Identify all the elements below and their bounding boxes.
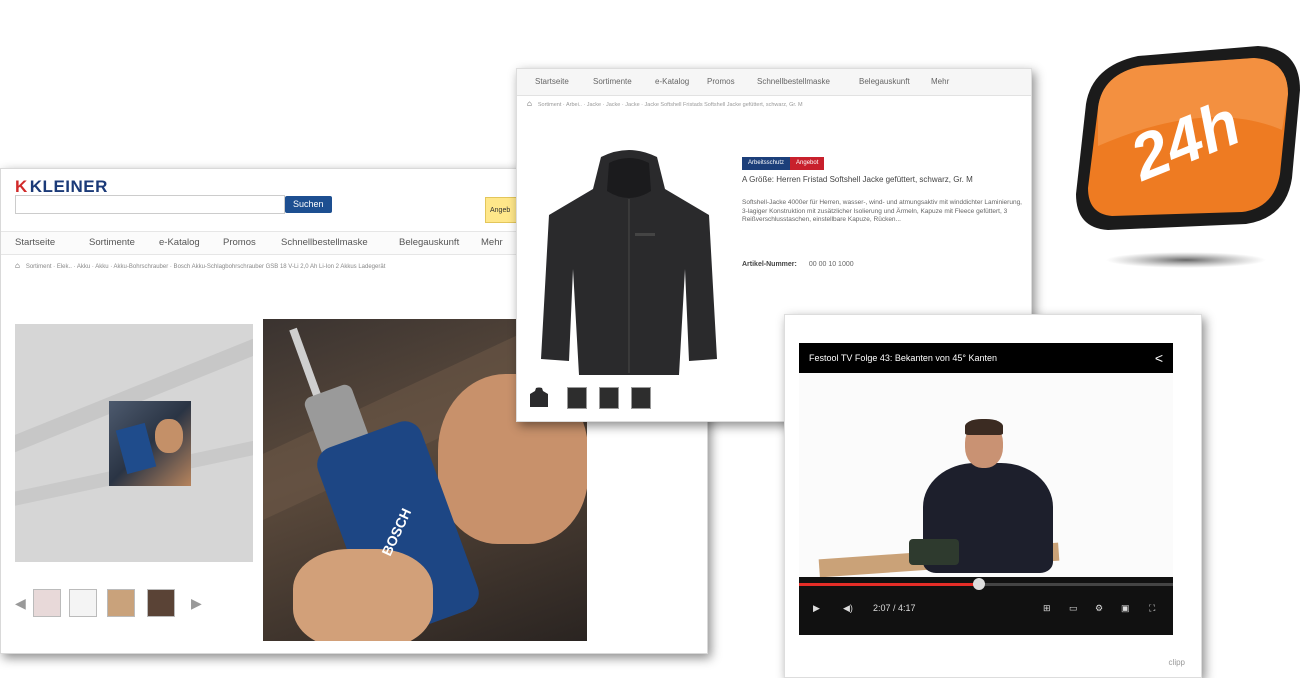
kleiner-logo[interactable]: K KLEINER <box>15 177 108 197</box>
nav-item[interactable]: Schnellbestellmaske <box>281 232 368 254</box>
progress-fill <box>799 583 979 586</box>
nav-item[interactable]: Schnellbestellmaske <box>757 69 830 95</box>
nav-item[interactable]: e-Katalog <box>655 69 689 95</box>
progress-handle[interactable] <box>972 578 985 590</box>
home-icon[interactable]: ⌂ <box>527 99 532 108</box>
nav-item[interactable]: e-Katalog <box>159 232 200 254</box>
breadcrumb: ⌂ Sortiment · Elek.. · Akku · Akku · Akku… <box>15 261 386 270</box>
video-screenshot: Festool TV Folge 43: Bekanten von 45° Ka… <box>784 314 1202 678</box>
play-icon[interactable]: ▶ <box>813 601 820 615</box>
24h-badge: 24h <box>1076 46 1300 268</box>
search-button[interactable]: Suchen <box>285 196 332 213</box>
home-icon[interactable]: ⌂ <box>15 261 20 270</box>
jacket-product-image[interactable] <box>539 149 719 379</box>
nav-item[interactable]: Belegauskunft <box>859 69 910 95</box>
chevron-right-icon[interactable]: ▶ <box>191 595 202 612</box>
video-controls: ▶ ◀) 2:07 / 4:17 ⊞ ▭ ⚙ ▣ ⛶ <box>799 577 1173 635</box>
thumbnail[interactable] <box>33 589 61 617</box>
thumbnail[interactable] <box>567 387 587 409</box>
thumbnail[interactable] <box>69 589 97 617</box>
thumbnail-strip: ◀ ▶ <box>15 589 255 619</box>
captions-icon[interactable]: ⊞ <box>1043 601 1051 615</box>
nav-item[interactable]: Promos <box>223 232 256 254</box>
time-display: 2:07 / 4:17 <box>873 603 916 613</box>
settings-gear-icon[interactable]: ⚙ <box>1095 601 1103 615</box>
logo-text: KLEINER <box>29 177 108 196</box>
video-title[interactable]: Festool TV Folge 43: Bekanten von 45° Ka… <box>809 343 997 373</box>
thumbnail[interactable] <box>147 589 175 617</box>
article-number: Artikel-Nummer: 00 00 10 1000 <box>742 261 854 268</box>
video-frame[interactable] <box>799 373 1173 578</box>
source-label: clipp <box>1168 658 1185 667</box>
zoom-inset-image <box>109 401 191 486</box>
product-image-preview[interactable] <box>15 324 253 562</box>
share-icon[interactable]: < <box>1155 343 1163 373</box>
youtube-logo-icon[interactable]: ▣ <box>1121 601 1130 615</box>
badge: Angebot <box>790 157 825 170</box>
nav-item[interactable]: Sortimente <box>593 69 632 95</box>
nav-item[interactable]: Startseite <box>15 232 55 254</box>
nav-item[interactable]: Mehr <box>481 232 503 254</box>
logo-mark: K <box>15 177 28 196</box>
thumbnail[interactable] <box>529 387 549 409</box>
main-nav: Startseite Sortimente e-Katalog Promos S… <box>517 69 1031 96</box>
video-title-bar: Festool TV Folge 43: Bekanten von 45° Ka… <box>799 343 1173 373</box>
search-input[interactable] <box>15 195 285 214</box>
thumbnail[interactable] <box>599 387 619 409</box>
nav-item[interactable]: Promos <box>707 69 735 95</box>
thumbnail[interactable] <box>107 589 135 617</box>
product-description: Softshell-Jacke 4000er für Herren, wasse… <box>742 199 1022 223</box>
breadcrumb: ⌂ Sortiment · Arbei.. · Jacke · Jacke · J… <box>527 99 803 108</box>
nav-item[interactable]: Startseite <box>535 69 569 95</box>
volume-icon[interactable]: ◀) <box>843 601 853 615</box>
video-player[interactable]: Festool TV Folge 43: Bekanten von 45° Ka… <box>799 343 1173 635</box>
jacket-thumbnail-icon <box>530 387 548 407</box>
product-badges: Arbeitsschutz Angebot <box>742 151 825 170</box>
product-title: A Größe: Herren Fristad Softshell Jacke … <box>742 175 973 184</box>
subtitles-icon[interactable]: ▭ <box>1069 601 1078 615</box>
badge: Arbeitsschutz <box>742 157 791 170</box>
fullscreen-icon[interactable]: ⛶ <box>1149 601 1155 615</box>
nav-item[interactable]: Mehr <box>931 69 949 95</box>
thumbnail[interactable] <box>631 387 651 409</box>
nav-item[interactable]: Sortimente <box>89 232 135 254</box>
nav-item[interactable]: Belegauskunft <box>399 232 459 254</box>
chevron-left-icon[interactable]: ◀ <box>15 595 26 612</box>
